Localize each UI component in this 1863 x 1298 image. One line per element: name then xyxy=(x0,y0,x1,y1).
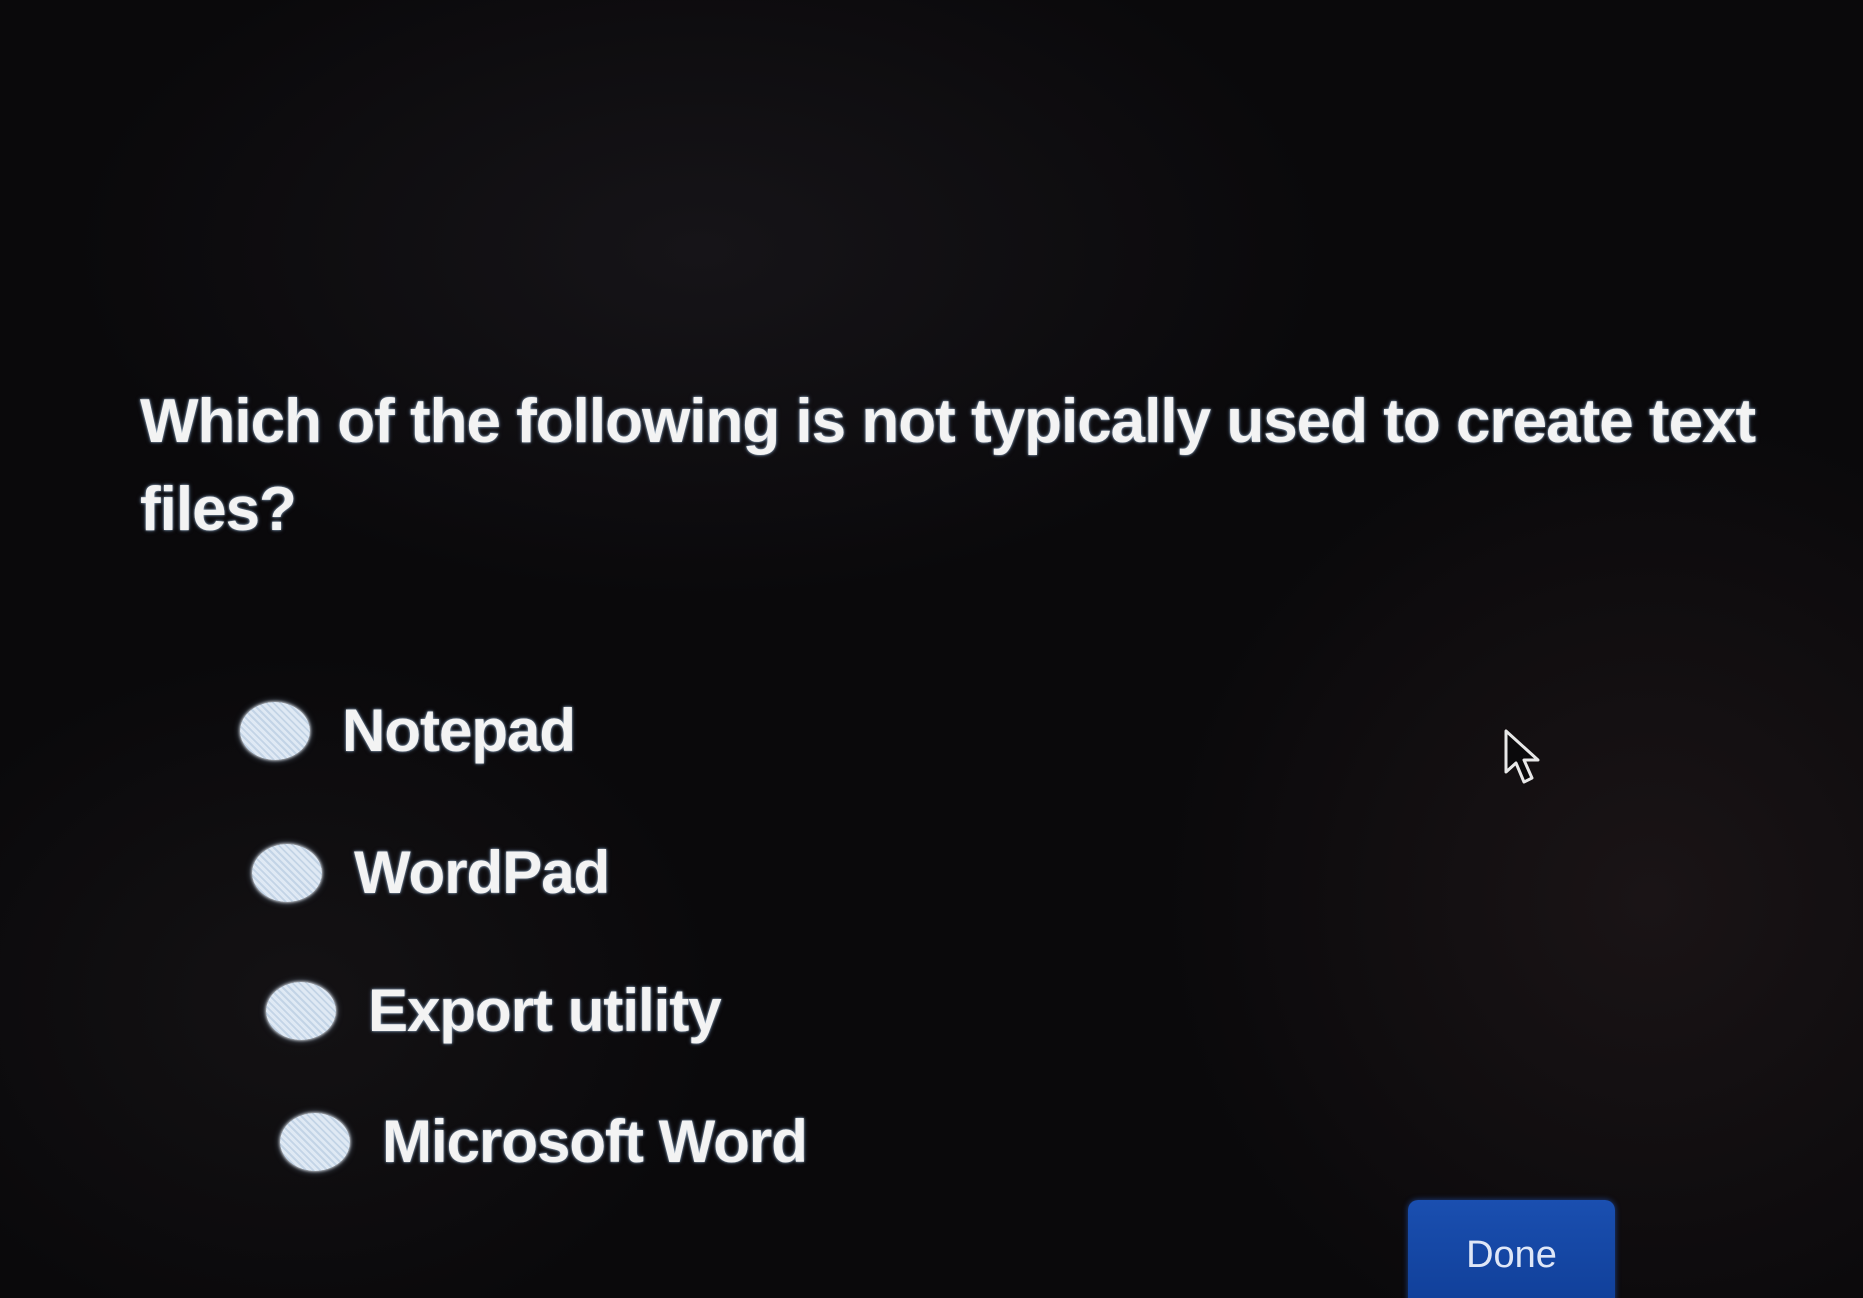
quiz-screen: Which of the following is not typically … xyxy=(0,0,1863,1298)
answer-option-wordpad[interactable]: WordPad xyxy=(252,838,610,907)
answer-option-export-utility[interactable]: Export utility xyxy=(266,976,722,1045)
answer-option-microsoft-word[interactable]: Microsoft Word xyxy=(280,1107,808,1176)
answer-label: Export utility xyxy=(368,977,722,1044)
radio-button[interactable] xyxy=(240,701,310,760)
answer-label: Notepad xyxy=(342,697,576,764)
question-text: Which of the following is not typically … xyxy=(140,387,1756,544)
radio-button[interactable] xyxy=(266,981,336,1040)
done-button-label: Done xyxy=(1466,1234,1557,1276)
radio-button[interactable] xyxy=(252,843,322,902)
answer-label: WordPad xyxy=(354,839,610,906)
done-button[interactable]: Done xyxy=(1408,1200,1615,1298)
answer-label: Microsoft Word xyxy=(382,1108,808,1175)
mouse-pointer-icon xyxy=(1504,729,1540,784)
radio-button[interactable] xyxy=(280,1112,350,1171)
answer-option-notepad[interactable]: Notepad xyxy=(240,696,576,765)
